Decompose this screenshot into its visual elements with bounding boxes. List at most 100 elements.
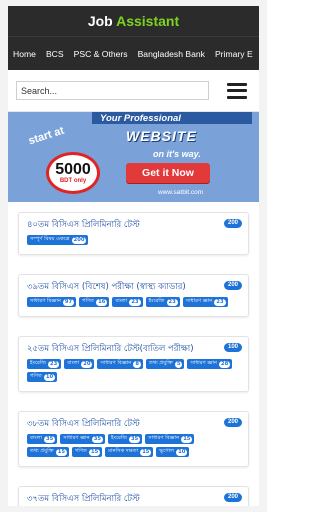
exam-title[interactable]: ২৫তম বিসিএস প্রিলিমিনারি টেস্ট(বাতিল পরী… bbox=[27, 343, 242, 356]
subject-tag[interactable]: গণিত 16 bbox=[79, 297, 110, 307]
subject-tag-count: 15 bbox=[88, 448, 101, 456]
subject-tags: সাধারণ বিজ্ঞান 97 গণিত 16 বাংলা 23 ইংরেজি 23… bbox=[27, 297, 242, 310]
subject-tag[interactable]: সাধারণ জ্ঞান 23 bbox=[182, 297, 228, 307]
subject-tag[interactable]: সম্পূর্ণ বিষয় একত্রে 200 bbox=[27, 235, 89, 245]
nav-item-primary[interactable]: Primary E bbox=[210, 49, 258, 59]
subject-tag[interactable]: ইংরেজি 35 bbox=[108, 434, 143, 444]
subject-tag-label: ইংরেজি bbox=[30, 360, 46, 366]
subject-tag[interactable]: ইংরেজি 23 bbox=[27, 359, 62, 369]
exam-card[interactable]: ৩৯তম বিসিএস (বিশেষ) পরীক্ষা (স্বাস্থ্য ক… bbox=[18, 274, 249, 317]
hamburger-menu-icon[interactable] bbox=[227, 82, 247, 99]
subject-tag-label: বাংলা bbox=[67, 360, 80, 366]
promo-banner[interactable]: Your Professional WEBSITE on it's way. s… bbox=[8, 112, 259, 202]
subject-tags: ইংরেজি 23 বাংলা 20 সাধারণ বিজ্ঞান 8 তথ্য প্… bbox=[27, 359, 242, 385]
subject-tag-count: 15 bbox=[55, 448, 68, 456]
nav-item-bangladesh-bank[interactable]: Bangladesh Bank bbox=[133, 49, 210, 59]
subject-tag-label: ইংরেজি bbox=[111, 435, 128, 441]
banner-start-text: start at bbox=[27, 124, 66, 148]
banner-price-unit: BDT only bbox=[59, 178, 87, 184]
subject-tag-label: সাধারণ বিজ্ঞান bbox=[30, 298, 61, 304]
subject-tag-label: গণিত bbox=[82, 298, 95, 304]
banner-subline: on it's way. bbox=[153, 149, 201, 159]
app-screen: Job Assistant Home BCS PSC & Others Bang… bbox=[8, 6, 259, 506]
banner-headline: WEBSITE bbox=[126, 128, 197, 144]
subject-tag-label: সাধারণ জ্ঞান bbox=[190, 360, 217, 366]
subject-tag-count: 23 bbox=[129, 298, 141, 306]
subject-tag[interactable]: মানসিক দক্ষতা 15 bbox=[105, 447, 154, 457]
question-count-badge: 200 bbox=[223, 493, 242, 502]
nav-item-bcs[interactable]: BCS bbox=[41, 49, 69, 59]
subject-tag-label: সাধারণ বিজ্ঞান bbox=[100, 360, 132, 366]
subject-tag-count: 35 bbox=[91, 435, 104, 443]
subject-tag-count: 23 bbox=[166, 298, 178, 306]
subject-tag-label: তথ্য প্রযুক্তি bbox=[149, 360, 173, 366]
subject-tag-label: সাধারণ জ্ঞান bbox=[185, 298, 213, 304]
menu-line bbox=[227, 89, 247, 92]
subject-tag-label: বাংলা bbox=[115, 298, 128, 304]
subject-tag-count: 97 bbox=[62, 298, 75, 306]
subject-tag-count: 5 bbox=[174, 360, 183, 368]
subject-tag-count: 16 bbox=[96, 298, 108, 306]
exam-title[interactable]: ৩৭তম বিসিএস প্রিলিমিনারি টেস্ট bbox=[27, 493, 242, 506]
nav-item-home[interactable]: Home bbox=[8, 49, 41, 59]
subject-tag-count: 35 bbox=[44, 435, 56, 443]
subject-tag-label: মানসিক দক্ষতা bbox=[108, 448, 139, 454]
subject-tag-count: 10 bbox=[176, 448, 188, 456]
subject-tag-label: ভূগোল bbox=[159, 448, 175, 454]
app-title-part2: Assistant bbox=[116, 13, 180, 29]
subject-tag[interactable]: সাধারণ বিজ্ঞান 15 bbox=[145, 434, 195, 444]
question-count-badge: 100 bbox=[223, 343, 242, 352]
subject-tag-label: গণিত bbox=[30, 373, 42, 379]
banner-tagline: Your Professional bbox=[100, 113, 181, 124]
subject-tags: সম্পূর্ণ বিষয় একত্রে 200 bbox=[27, 235, 242, 248]
exam-title[interactable]: ৩৯তম বিসিএস (বিশেষ) পরীক্ষা (স্বাস্থ্য ক… bbox=[27, 281, 242, 294]
subject-tag-count: 15 bbox=[140, 448, 152, 456]
exam-card[interactable]: ৩৮তম বিসিএস প্রিলিমিনারি টেস্ট 200 বাংলা… bbox=[18, 411, 249, 467]
subject-tag-label: ইংরেজি bbox=[148, 298, 165, 304]
exam-title[interactable]: ৩৮তম বিসিএস প্রিলিমিনারি টেস্ট bbox=[27, 418, 242, 431]
subject-tag-label: বাংলা bbox=[30, 435, 42, 441]
subject-tag[interactable]: সাধারণ বিজ্ঞান 8 bbox=[97, 359, 144, 369]
app-title-part1: Job bbox=[87, 13, 113, 29]
search-row bbox=[8, 70, 259, 112]
search-input[interactable] bbox=[16, 81, 209, 100]
exam-card[interactable]: ২৫তম বিসিএস প্রিলিমিনারি টেস্ট(বাতিল পরী… bbox=[18, 336, 249, 392]
subject-tag[interactable]: বাংলা 23 bbox=[112, 297, 143, 307]
menu-line bbox=[227, 82, 247, 86]
subject-tag[interactable]: ইংরেজি 23 bbox=[145, 297, 180, 307]
banner-price: 5000 bbox=[55, 161, 91, 178]
subject-tag-count: 35 bbox=[129, 435, 141, 443]
subject-tag-count: 23 bbox=[214, 298, 226, 306]
subject-tag-label: গণিত bbox=[75, 448, 87, 454]
subject-tag-count: 200 bbox=[71, 236, 87, 244]
subject-tag[interactable]: গণিত 10 bbox=[27, 372, 58, 382]
header-bar: Job Assistant bbox=[8, 6, 259, 36]
subject-tag[interactable]: সাধারণ জ্ঞান 35 bbox=[60, 434, 106, 444]
subject-tag[interactable]: গণিত 15 bbox=[72, 447, 103, 457]
subject-tag-count: 23 bbox=[48, 360, 60, 368]
exam-card[interactable]: ৩৭তম বিসিএস প্রিলিমিনারি টেস্ট 200 bbox=[18, 486, 249, 506]
subject-tag[interactable]: তথ্য প্রযুক্তি 15 bbox=[27, 447, 70, 457]
nav-item-psc-others[interactable]: PSC & Others bbox=[69, 49, 133, 59]
subject-tag[interactable]: বাংলা 35 bbox=[27, 434, 58, 444]
banner-price-badge: 5000 BDT only bbox=[46, 152, 100, 194]
subject-tag-count: 20 bbox=[81, 360, 93, 368]
subject-tag[interactable]: সাধারণ জ্ঞান 28 bbox=[187, 359, 233, 369]
question-count-badge: 200 bbox=[223, 281, 242, 290]
banner-url: www.satbit.com bbox=[158, 189, 204, 196]
get-it-now-button[interactable]: Get it Now bbox=[126, 163, 210, 183]
subject-tag-count: 15 bbox=[181, 435, 193, 443]
subject-tag-label: সাধারণ বিজ্ঞান bbox=[148, 435, 180, 441]
subject-tag-label: তথ্য প্রযুক্তি bbox=[30, 448, 54, 454]
app-title[interactable]: Job Assistant bbox=[88, 13, 179, 29]
exam-title[interactable]: ৪০তম বিসিএস প্রিলিমিনারি টেস্ট bbox=[27, 219, 242, 232]
exam-card[interactable]: ৪০তম বিসিএস প্রিলিমিনারি টেস্ট 200 সম্পূ… bbox=[18, 212, 249, 255]
subject-tag[interactable]: বাংলা 20 bbox=[64, 359, 95, 369]
top-nav: Home BCS PSC & Others Bangladesh Bank Pr… bbox=[8, 36, 259, 70]
question-count-badge: 200 bbox=[223, 418, 242, 427]
subject-tag-label: সাধারণ জ্ঞান bbox=[63, 435, 90, 441]
subject-tag[interactable]: তথ্য প্রযুক্তি 5 bbox=[146, 359, 185, 369]
subject-tag[interactable]: ভূগোল 10 bbox=[156, 447, 190, 457]
question-count-badge: 200 bbox=[223, 219, 242, 228]
subject-tag[interactable]: সাধারণ বিজ্ঞান 97 bbox=[27, 297, 77, 307]
